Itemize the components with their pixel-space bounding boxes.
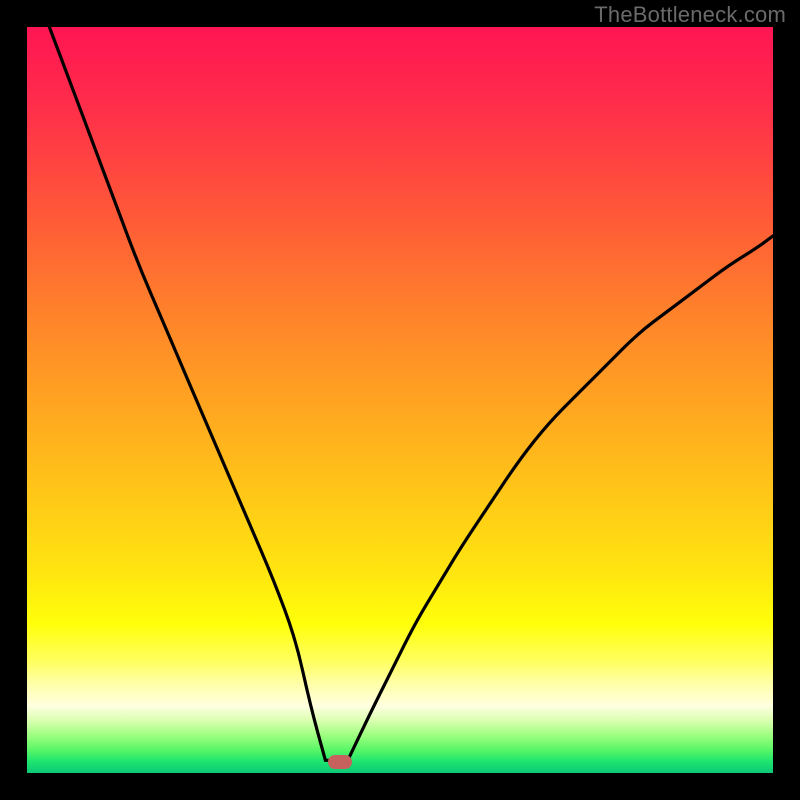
optimum-marker [328, 755, 352, 769]
bottleneck-curve [27, 27, 773, 773]
watermark-text: TheBottleneck.com [594, 2, 786, 28]
plot-area [27, 27, 773, 773]
chart-frame: TheBottleneck.com [0, 0, 800, 800]
